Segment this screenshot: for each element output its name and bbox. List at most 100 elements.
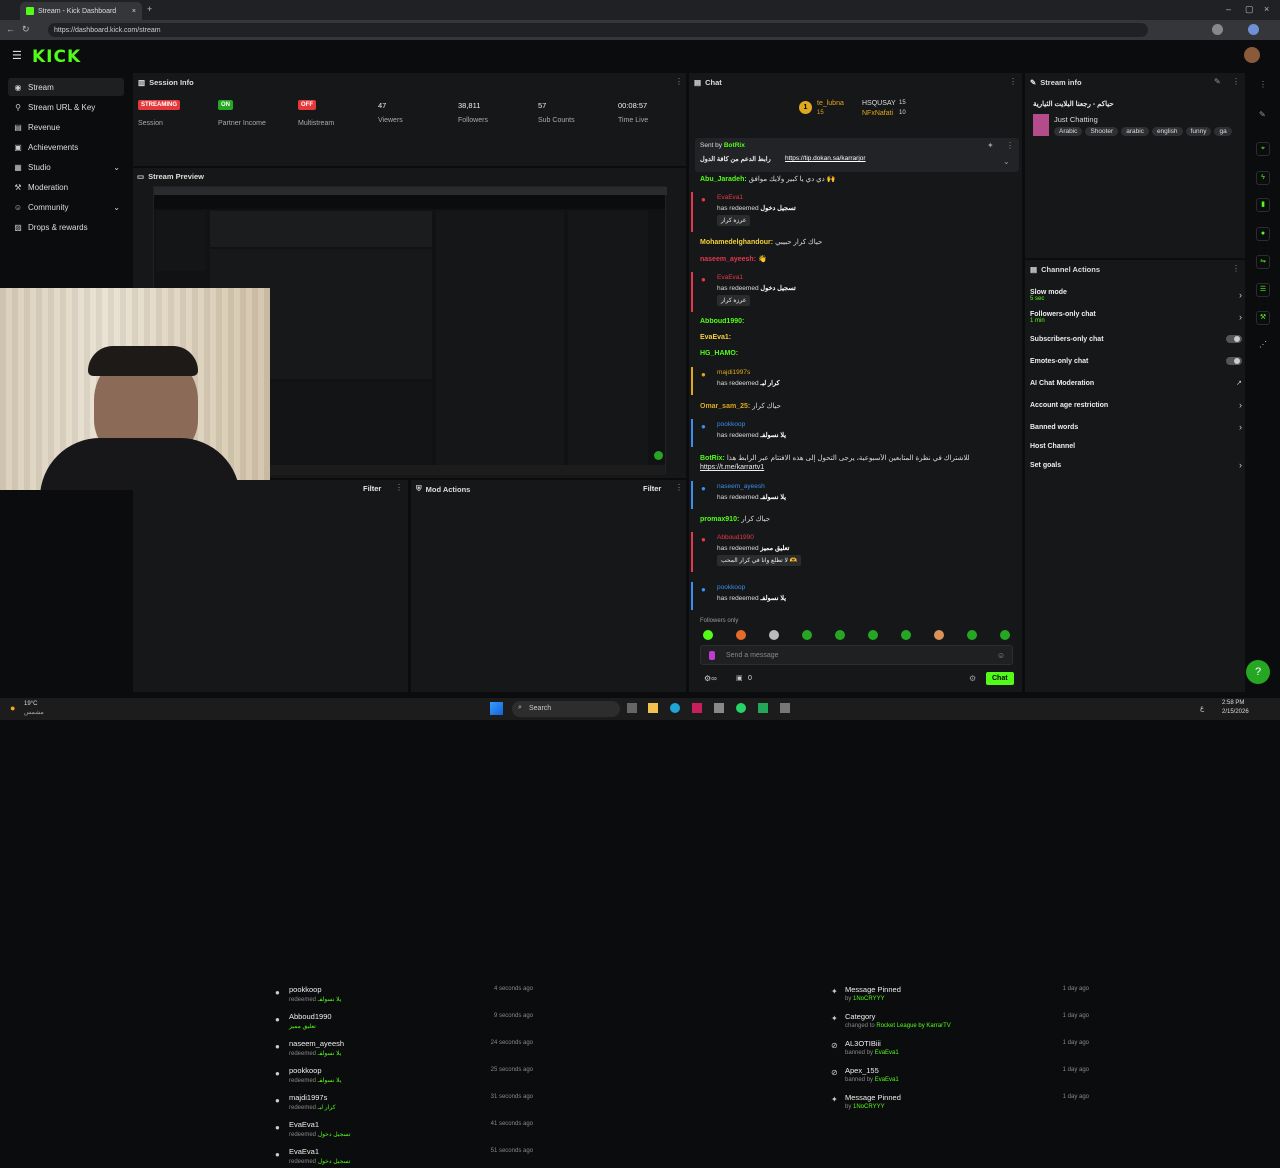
- chat-settings-icon[interactable]: ⚙∞: [704, 674, 717, 683]
- list-item[interactable]: ⊘ Apex_155 banned by EvaEva1 1 day ago: [827, 1063, 1093, 1087]
- chat-username[interactable]: Omar_sam_25:: [700, 403, 750, 410]
- send-chat-button[interactable]: Chat: [986, 672, 1014, 685]
- emote-icon[interactable]: [967, 630, 977, 640]
- tag-chip[interactable]: arabic: [1121, 127, 1149, 136]
- list-item[interactable]: ● EvaEva1 redeemed تسجيل دخول 51 seconds ag…: [271, 1144, 537, 1168]
- app-icon[interactable]: [692, 703, 702, 713]
- activity-user[interactable]: pookkoop: [289, 985, 322, 994]
- channel-action-row[interactable]: Slow mode 5 sec ›: [1030, 286, 1242, 304]
- url-input[interactable]: https://dashboard.kick.com/stream: [48, 23, 1148, 37]
- sidebar-item-stream[interactable]: ◉ Stream: [8, 78, 124, 96]
- sidebar-item-revenue[interactable]: ▤ Revenue: [8, 118, 124, 136]
- new-tab-icon[interactable]: +: [147, 4, 152, 14]
- chevron-down-icon[interactable]: ⌄: [1003, 157, 1010, 166]
- gear-icon[interactable]: ⚙: [969, 674, 976, 683]
- rail-doc-icon[interactable]: ▮: [1256, 198, 1270, 212]
- file-explorer-icon[interactable]: [648, 703, 658, 713]
- top-user[interactable]: HSQUSAY: [862, 100, 896, 107]
- list-item[interactable]: ✦ Message Pinned by 1NoCRYYY 1 day ago: [827, 1090, 1093, 1114]
- channel-action-row[interactable]: Subscribers-only chat: [1030, 334, 1242, 344]
- tab-close-icon[interactable]: ×: [132, 8, 136, 15]
- category-name[interactable]: Just Chatting: [1054, 115, 1098, 124]
- more-icon[interactable]: ⋮: [395, 483, 403, 492]
- help-icon[interactable]: ?: [1246, 660, 1270, 684]
- rail-list-icon[interactable]: ☰: [1256, 283, 1270, 297]
- clock-time[interactable]: 2:58 PM: [1222, 700, 1244, 706]
- pinned-link[interactable]: https://tip.dokan.sa/karrarjor: [785, 155, 866, 162]
- refresh-icon[interactable]: ↻: [22, 24, 30, 35]
- kick-logo[interactable]: KICK: [32, 47, 81, 67]
- chat-username[interactable]: pookkoop: [717, 584, 745, 591]
- activity-user[interactable]: EvaEva1: [289, 1147, 319, 1156]
- close-window-icon[interactable]: ×: [1264, 4, 1269, 14]
- rail-scan-icon[interactable]: ⌖: [1256, 142, 1270, 156]
- app-icon[interactable]: [714, 703, 724, 713]
- emote-icon[interactable]: [736, 630, 746, 640]
- edit-icon[interactable]: ✎: [1214, 77, 1221, 86]
- tag-chip[interactable]: ga: [1214, 127, 1232, 136]
- sidebar-item-achievements[interactable]: ▣ Achievements: [8, 138, 124, 156]
- whatsapp-icon[interactable]: [736, 703, 746, 713]
- emote-icon[interactable]: [901, 630, 911, 640]
- profile-icon[interactable]: [1212, 24, 1223, 35]
- chat-username[interactable]: Abboud1990:: [700, 318, 744, 325]
- chat-username[interactable]: EvaEva1:: [700, 334, 731, 341]
- sidebar-item-moderation[interactable]: ⚒ Moderation: [8, 178, 124, 196]
- back-icon[interactable]: ←: [6, 24, 15, 34]
- chat-username[interactable]: majdi1997s: [717, 369, 750, 376]
- gift-icon[interactable]: ▣: [736, 674, 743, 682]
- channel-action-row[interactable]: Host Channel: [1030, 441, 1242, 451]
- sidebar-item-community[interactable]: ☺ Community ⌄: [8, 198, 124, 216]
- activity-user[interactable]: Abboud1990: [289, 1012, 332, 1021]
- list-item[interactable]: ● EvaEva1 redeemed تسجيل دخول 41 seconds ag…: [271, 1117, 537, 1141]
- language-indicator[interactable]: ع: [1200, 704, 1204, 712]
- more-icon[interactable]: ⋮: [1232, 264, 1240, 273]
- channel-action-row[interactable]: Set goals ›: [1030, 460, 1242, 470]
- more-icon[interactable]: ⋮: [675, 77, 683, 86]
- list-item[interactable]: ● pookkoop redeemed يلا نسولفـ 4 seconds ag…: [271, 982, 537, 1006]
- emote-icon[interactable]: [1000, 630, 1010, 640]
- more-icon[interactable]: ⋮: [1006, 141, 1014, 150]
- chat-username[interactable]: naseem_ayeesh:: [700, 256, 756, 263]
- top-user[interactable]: te_lubna: [817, 100, 844, 107]
- sidebar-item-stream-url[interactable]: ⚲ Stream URL & Key: [8, 98, 124, 116]
- channel-action-row[interactable]: Followers-only chat 1 min ›: [1030, 308, 1242, 326]
- rail-wrench-icon[interactable]: ⚒: [1256, 311, 1270, 325]
- emote-icon[interactable]: [802, 630, 812, 640]
- rail-vs-icon[interactable]: ⇋: [1256, 255, 1270, 269]
- sidebar-item-drops[interactable]: ▨ Drops & rewards: [8, 218, 124, 236]
- chat-username[interactable]: pookkoop: [717, 421, 745, 428]
- chat-username[interactable]: EvaEva1: [717, 274, 743, 281]
- list-item[interactable]: ● naseem_ayeesh redeemed يلا نسولفـ 24 seco…: [271, 1036, 537, 1060]
- rail-chat-icon[interactable]: ●: [1256, 227, 1270, 241]
- list-item[interactable]: ✦ Message Pinned by 1NoCRYYY 1 day ago: [827, 982, 1093, 1006]
- emote-icon[interactable]: [835, 630, 845, 640]
- minimize-icon[interactable]: –: [1226, 4, 1231, 14]
- activity-user[interactable]: EvaEva1: [289, 1120, 319, 1129]
- task-view-icon[interactable]: [627, 703, 637, 713]
- clock-date[interactable]: 2/15/2026: [1222, 709, 1249, 715]
- emote-icon[interactable]: [868, 630, 878, 640]
- list-item[interactable]: ● majdi1997s redeemed كرار لبـ 31 seconds a…: [271, 1090, 537, 1114]
- chat-username[interactable]: BotRix:: [700, 455, 725, 462]
- list-item[interactable]: ⊘ AL3OTIBiii banned by EvaEva1 1 day ago: [827, 1036, 1093, 1060]
- rail-share-icon[interactable]: ⋰: [1259, 340, 1267, 349]
- pin-icon[interactable]: ✦: [987, 141, 994, 150]
- chat-username[interactable]: Abboud1990: [717, 534, 754, 541]
- emote-icon[interactable]: [769, 630, 779, 640]
- more-icon[interactable]: ⋮: [675, 483, 683, 492]
- maximize-icon[interactable]: ▢: [1245, 4, 1254, 15]
- toggle-switch[interactable]: [1226, 335, 1242, 343]
- menu-icon[interactable]: ☰: [12, 49, 22, 62]
- toggle-switch[interactable]: [1226, 357, 1242, 365]
- emoji-icon[interactable]: ☺: [997, 651, 1005, 660]
- chat-username[interactable]: Mohamedelghandour:: [700, 239, 773, 246]
- channel-action-row[interactable]: AI Chat Moderation ↗: [1030, 378, 1242, 388]
- copilot-icon[interactable]: [1248, 24, 1259, 35]
- chat-username[interactable]: EvaEva1: [717, 194, 743, 201]
- activity-user[interactable]: majdi1997s: [289, 1093, 327, 1102]
- activity-user[interactable]: pookkoop: [289, 1066, 322, 1075]
- activity-user[interactable]: naseem_ayeesh: [289, 1039, 344, 1048]
- app-icon[interactable]: [758, 703, 768, 713]
- more-icon[interactable]: ⋮: [1009, 77, 1017, 86]
